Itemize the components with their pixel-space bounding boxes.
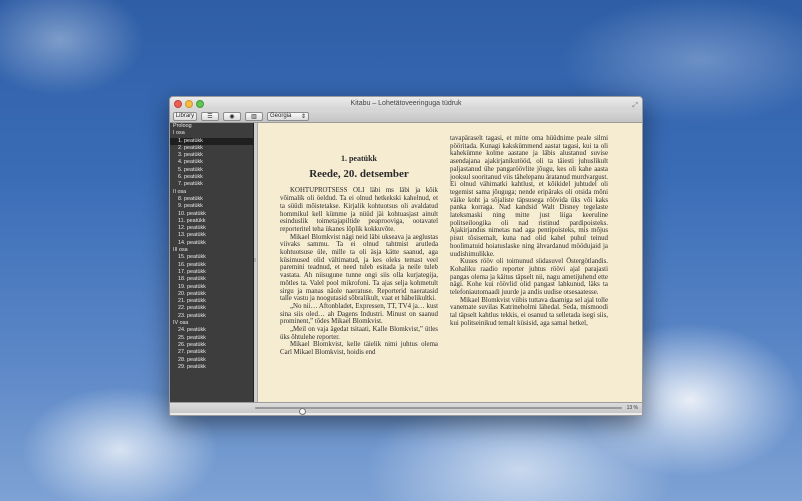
paragraph: KOHTUPROTSESS OLI läbi ms läbi ja kõik v… <box>280 187 438 233</box>
toc-item[interactable]: 28. peatükk <box>170 357 253 364</box>
chapter-title: Reede, 20. detsember <box>309 167 409 180</box>
font-select-value: Georgia <box>270 113 292 119</box>
toc-item[interactable]: 13. peatükk <box>170 232 253 239</box>
progress-percent: 13 % <box>626 404 638 411</box>
toc-section[interactable]: II osa <box>170 189 253 196</box>
toc-item[interactable]: 8. peatükk <box>170 196 253 203</box>
toc-item[interactable]: 14. peatükk <box>170 240 253 247</box>
toc-item[interactable]: 16. peatükk <box>170 262 253 269</box>
toc-item[interactable]: 15. peatükk <box>170 254 253 261</box>
toc-item[interactable]: 27. peatükk <box>170 349 253 356</box>
window-controls <box>174 100 204 108</box>
toc-item[interactable]: 17. peatükk <box>170 269 253 276</box>
toolbar: Library ☰ ◉ ▥ Georgia ⇕ <box>170 110 642 123</box>
toc-item[interactable]: 7. peatükk <box>170 181 253 188</box>
window-title: Kitabu – Lohetätoveeringuga tüdruk <box>350 100 462 107</box>
reader-window: Kitabu – Lohetätoveeringuga tüdruk ⤢ Lib… <box>169 96 643 416</box>
toc-toggle-button[interactable]: ☰ <box>201 111 219 121</box>
columns-icon: ▥ <box>251 113 257 120</box>
paragraph: „Meil on vaja ägedat tsitaati, Kalle Blo… <box>280 326 438 341</box>
paragraph: Kuues rööv oli toimunud südasuvel Österg… <box>450 258 608 297</box>
close-window-button[interactable] <box>174 100 182 108</box>
toc-section[interactable]: III osa <box>170 247 253 254</box>
layout-toggle-button[interactable]: ▥ <box>245 111 263 121</box>
toc-item[interactable]: 25. peatükk <box>170 335 253 342</box>
toc-item[interactable]: 11. peatükk <box>170 218 253 225</box>
list-icon: ☰ <box>207 113 213 120</box>
library-button[interactable]: Library <box>173 111 197 121</box>
paragraph: Mikael Blomkvist, kelle täielik nimi juh… <box>280 341 438 357</box>
font-select[interactable]: Georgia ⇕ <box>267 111 309 121</box>
toc-item[interactable]: 10. peatükk <box>170 211 253 218</box>
paragraph: Mikael Blomkvist nägi neid läbi ukseava … <box>280 233 438 303</box>
toc-item[interactable]: 1. peatükk <box>170 137 253 145</box>
preview-button[interactable]: ◉ <box>223 111 241 121</box>
toc-item[interactable]: 26. peatükk <box>170 342 253 349</box>
toc-item[interactable]: 24. peatükk <box>170 327 253 334</box>
grip-icon: ‖ <box>254 258 257 264</box>
minimize-window-button[interactable] <box>185 100 193 108</box>
toc-item[interactable]: 23. peatükk <box>170 313 253 320</box>
toc-item[interactable]: 18. peatükk <box>170 276 253 283</box>
toc-item[interactable]: 19. peatükk <box>170 284 253 291</box>
zoom-window-button[interactable] <box>196 100 204 108</box>
eye-icon: ◉ <box>229 113 235 120</box>
toc-item[interactable]: 21. peatükk <box>170 298 253 305</box>
toc-item[interactable]: 22. peatükk <box>170 305 253 312</box>
book-page: 1. peatükk Reede, 20. detsember KOHTUPRO… <box>258 123 642 402</box>
toc-section[interactable]: IV osa <box>170 320 253 327</box>
paragraph: tavapäraselt tagasi, et mitte oma hüüdni… <box>450 135 608 258</box>
title-bar[interactable]: Kitabu – Lohetätoveeringuga tüdruk ⤢ <box>170 97 642 110</box>
updown-arrows-icon: ⇕ <box>300 113 306 120</box>
toc-item[interactable]: 20. peatükk <box>170 291 253 298</box>
toc-item[interactable]: 9. peatükk <box>170 203 253 210</box>
page-column-left: 1. peatükk Reede, 20. detsember KOHTUPRO… <box>280 135 438 396</box>
toc-item[interactable]: 5. peatükk <box>170 167 253 174</box>
sidebar-splitter[interactable]: ‖ <box>254 123 258 402</box>
progress-slider-track[interactable] <box>255 407 622 415</box>
page-column-right: tavapäraselt tagasi, et mitte oma hüüdni… <box>450 135 608 396</box>
toc-section[interactable]: Proloog <box>170 123 253 130</box>
toc-item[interactable]: 2. peatükk <box>170 145 253 152</box>
paragraph: „No nii… Aftonbladet, Expressen, TT, TV4… <box>280 302 438 326</box>
toc-item[interactable]: 29. peatükk <box>170 364 253 371</box>
fullscreen-icon[interactable]: ⤢ <box>632 99 638 112</box>
toc-item[interactable]: 12. peatükk <box>170 225 253 232</box>
table-of-contents: Proloog I osa 1. peatükk 2. peatükk 3. peatü… <box>170 123 254 402</box>
status-bar: 13 % <box>170 402 642 415</box>
toc-item[interactable]: 4. peatükk <box>170 159 253 166</box>
paragraph: Mikael Blomkvist viibis tuttava daamiga … <box>450 296 608 327</box>
toc-item[interactable]: 3. peatükk <box>170 152 253 159</box>
progress-slider-knob[interactable] <box>299 408 307 415</box>
toc-item[interactable]: 6. peatükk <box>170 174 253 181</box>
toc-section[interactable]: I osa <box>170 130 253 137</box>
chapter-number: 1. peatükk <box>340 154 377 163</box>
